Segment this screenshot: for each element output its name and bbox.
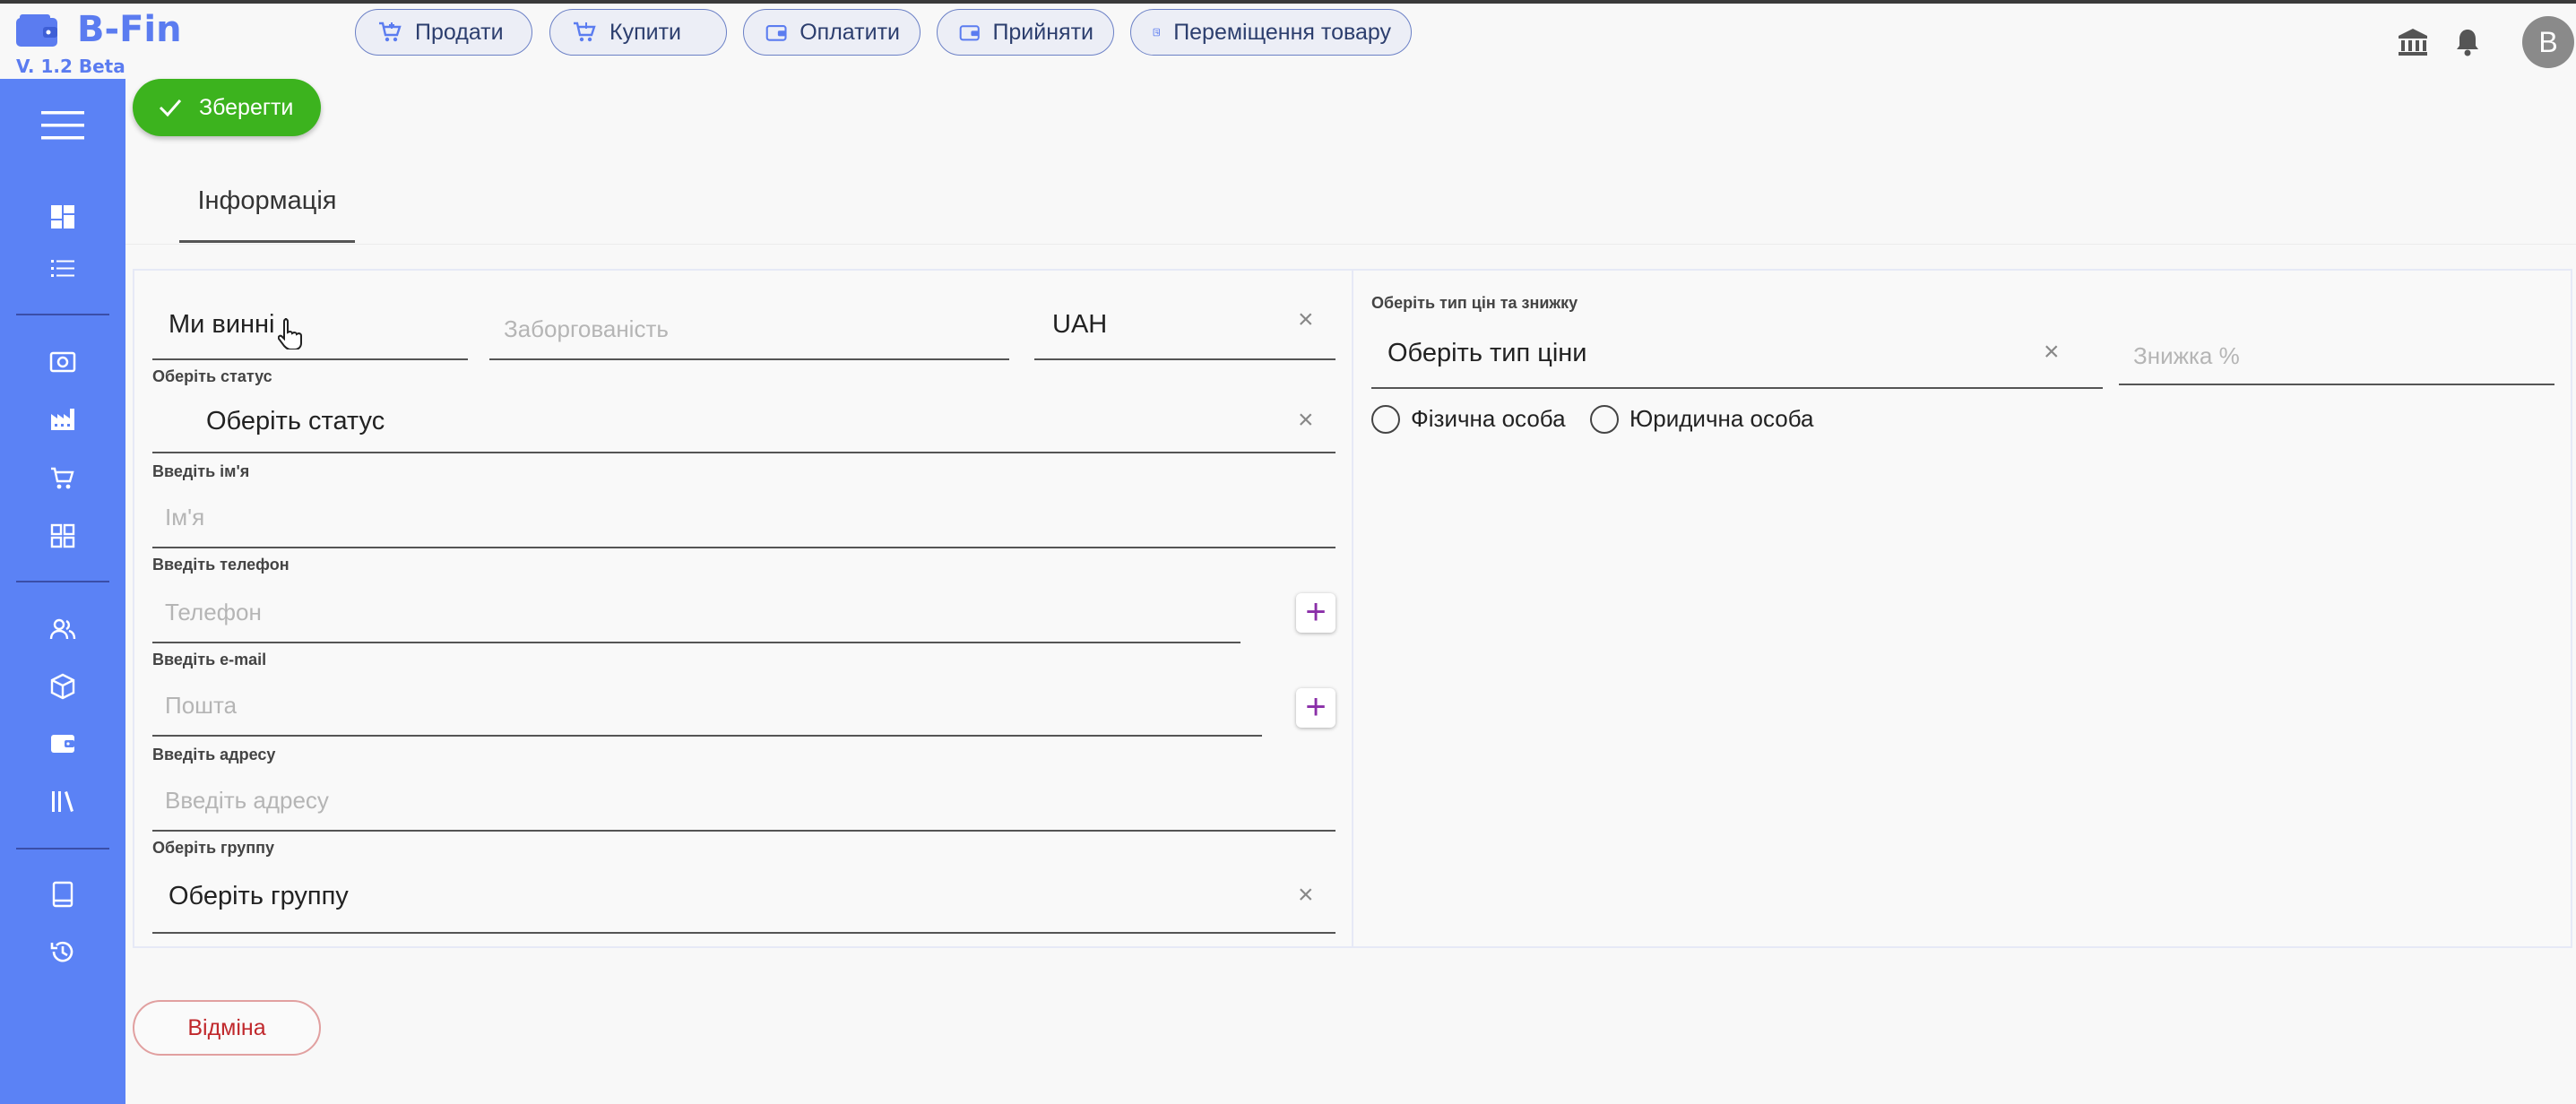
- tab-active-indicator: [179, 240, 355, 243]
- address-input[interactable]: Введіть адресу: [165, 787, 329, 815]
- money-icon[interactable]: [47, 346, 79, 378]
- bank-icon[interactable]: [2397, 27, 2429, 57]
- bell-icon[interactable]: [2454, 27, 2481, 57]
- main-info-panel: Ми винні Заборгованість UAH × Оберіть ст…: [133, 269, 1353, 948]
- email-label: Введіть e-mail: [152, 651, 267, 668]
- wallet-icon: [765, 25, 787, 41]
- app-name: B-Fin: [77, 9, 182, 50]
- status-select[interactable]: Оберіть статус: [206, 407, 385, 436]
- debt-amount-underline: [489, 358, 1009, 360]
- debt-type-underline: [152, 358, 468, 360]
- apps-icon[interactable]: [47, 520, 79, 552]
- save-button-label: Зберегти: [199, 94, 294, 120]
- buy-button-label: Купити: [609, 19, 681, 45]
- phone-label: Введіть телефон: [152, 556, 290, 574]
- name-label: Введіть ім'я: [152, 462, 250, 480]
- list-icon[interactable]: [47, 253, 79, 285]
- status-clear-icon[interactable]: ×: [1298, 407, 1314, 434]
- debt-amount-input[interactable]: Заборгованість: [504, 315, 669, 343]
- group-label: Оберіть группу: [152, 839, 275, 857]
- currency-underline: [1034, 358, 1336, 360]
- library-icon[interactable]: [47, 785, 79, 817]
- receive-button-label: Прийняти: [992, 19, 1094, 45]
- sidebar-divider: [16, 314, 109, 315]
- sell-button-label: Продати: [415, 19, 504, 45]
- wallet-icon[interactable]: [47, 728, 79, 760]
- app-version: V. 1.2 Beta: [16, 56, 125, 77]
- check-icon: [159, 99, 182, 117]
- avatar[interactable]: B: [2522, 16, 2574, 68]
- sidebar-divider: [16, 581, 109, 582]
- menu-icon[interactable]: [41, 104, 84, 147]
- tab-information[interactable]: Інформація: [179, 179, 355, 242]
- buy-button[interactable]: Купити: [549, 9, 727, 56]
- phone-underline: [152, 642, 1240, 643]
- transfer-goods-button[interactable]: Переміщення товару: [1130, 9, 1412, 56]
- add-phone-button[interactable]: +: [1296, 593, 1336, 633]
- wallet-receive-icon: [959, 25, 980, 41]
- factory-icon[interactable]: [47, 403, 79, 436]
- receive-button[interactable]: Прийняти: [937, 9, 1114, 56]
- legal-entity-radio-label: Юридична особа: [1629, 405, 1814, 432]
- name-underline: [152, 547, 1336, 548]
- sell-button[interactable]: Продати: [355, 9, 532, 56]
- phone-input[interactable]: Телефон: [165, 599, 262, 626]
- cart-buy-icon: [574, 22, 596, 42]
- discount-underline: [2119, 384, 2554, 385]
- transfer-icon: [1153, 28, 1160, 37]
- group-clear-icon[interactable]: ×: [1298, 882, 1314, 909]
- address-label: Введіть адресу: [152, 746, 276, 763]
- price-type-clear-icon[interactable]: ×: [2044, 339, 2060, 366]
- status-underline: [152, 452, 1336, 453]
- sidebar: [0, 79, 125, 1104]
- pay-button[interactable]: Оплатити: [743, 9, 921, 56]
- address-underline: [152, 830, 1336, 832]
- group-underline: [152, 932, 1336, 934]
- pricing-label: Оберіть тип цін та знижку: [1371, 294, 1578, 312]
- users-icon[interactable]: [47, 613, 79, 645]
- group-select[interactable]: Оберіть группу: [169, 882, 349, 911]
- legal-entity-radio[interactable]: [1590, 405, 1619, 434]
- tab-divider: [125, 244, 2576, 245]
- book-icon[interactable]: [47, 878, 79, 910]
- dashboard-icon[interactable]: [47, 201, 79, 233]
- debt-type-select[interactable]: Ми винні: [169, 310, 275, 340]
- box-icon[interactable]: [47, 670, 79, 703]
- cart-icon[interactable]: [47, 462, 79, 495]
- price-type-underline: [1371, 387, 2103, 389]
- individual-radio-label: Фізична особа: [1411, 405, 1566, 432]
- name-input[interactable]: Ім'я: [165, 504, 204, 531]
- price-type-select[interactable]: Оберіть тип ціни: [1387, 339, 1587, 368]
- email-input[interactable]: Пошта: [165, 692, 237, 720]
- add-email-button[interactable]: +: [1296, 688, 1336, 728]
- logo[interactable]: B-Fin: [16, 9, 182, 52]
- cancel-button[interactable]: Відміна: [133, 1000, 321, 1056]
- hand-pointer-icon: [278, 318, 302, 349]
- pay-button-label: Оплатити: [800, 19, 900, 45]
- currency-clear-icon[interactable]: ×: [1298, 306, 1314, 333]
- status-label: Оберіть статус: [152, 367, 272, 385]
- cart-sell-icon: [379, 22, 402, 42]
- pricing-panel: Оберіть тип цін та знижку Оберіть тип ці…: [1352, 269, 2572, 948]
- currency-select[interactable]: UAH: [1052, 310, 1107, 340]
- email-underline: [152, 735, 1262, 737]
- individual-radio[interactable]: [1371, 405, 1400, 434]
- save-button[interactable]: Зберегти: [133, 79, 321, 136]
- discount-input[interactable]: Знижка %: [2133, 342, 2240, 370]
- header: B-Fin V. 1.2 Beta Продати Купити Оплатит…: [0, 4, 2576, 79]
- transfer-goods-button-label: Переміщення товару: [1173, 19, 1391, 45]
- history-icon[interactable]: [47, 936, 79, 968]
- wallet-logo-icon: [16, 14, 57, 47]
- sidebar-divider: [16, 848, 109, 850]
